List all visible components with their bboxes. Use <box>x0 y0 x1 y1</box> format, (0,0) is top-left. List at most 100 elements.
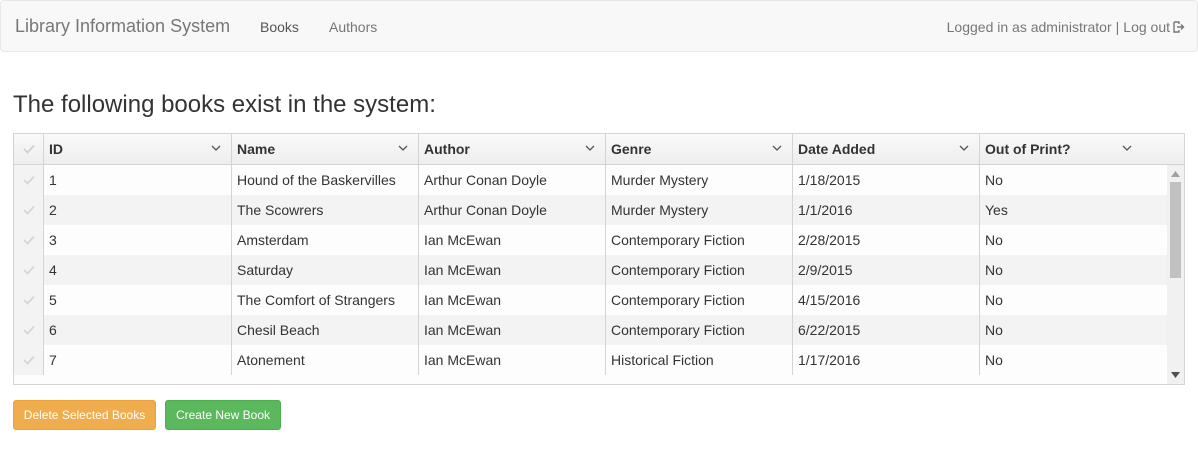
check-icon <box>23 295 35 305</box>
scroll-up-icon[interactable] <box>1171 171 1180 177</box>
row-select-cell[interactable] <box>14 255 44 285</box>
cell-out-of-print: No <box>985 232 1003 248</box>
check-icon <box>23 175 35 185</box>
cell-out-of-print: No <box>985 322 1003 338</box>
cell-genre: Murder Mystery <box>606 165 793 195</box>
cell-author: Ian McEwan <box>419 345 606 375</box>
column-header-out-of-print[interactable]: Out of Print? <box>980 134 1184 164</box>
cell-out-of-print: No <box>985 172 1003 188</box>
check-icon <box>23 205 35 215</box>
column-header-label: Genre <box>611 141 652 157</box>
page-heading: The following books exist in the system: <box>13 91 436 118</box>
grid-body: 1 Hound of the Baskervilles Arthur Conan D… <box>14 165 1167 377</box>
nav-separator: | <box>1115 19 1120 35</box>
cell-genre: Contemporary Fiction <box>606 225 793 255</box>
cell-author: Arthur Conan Doyle <box>419 195 606 225</box>
column-header-label: Out of Print? <box>985 141 1071 157</box>
chevron-down-icon[interactable] <box>585 144 595 152</box>
grid-header: ID Name Author Genre Date Added Out of P… <box>14 134 1184 165</box>
app-brand[interactable]: Library Information System <box>15 16 230 37</box>
cell-genre: Contemporary Fiction <box>606 285 793 315</box>
cell-out-of-print: No <box>985 262 1003 278</box>
cell-out-of-print: No <box>985 292 1003 308</box>
cell-name: Chesil Beach <box>232 315 419 345</box>
select-all-header[interactable] <box>14 134 44 164</box>
table-row[interactable]: 2 The Scowrers Arthur Conan Doyle Murder My… <box>14 195 1167 225</box>
column-header-author[interactable]: Author <box>419 134 606 164</box>
chevron-down-icon[interactable] <box>398 144 408 152</box>
cell-out-of-print: No <box>985 352 1003 368</box>
row-select-cell[interactable] <box>14 225 44 255</box>
cell-author: Ian McEwan <box>419 315 606 345</box>
create-new-book-button[interactable]: Create New Book <box>165 400 281 430</box>
grid-scrollbar[interactable] <box>1167 165 1184 384</box>
navbar: Library Information System Books Authors… <box>0 0 1198 52</box>
cell-id: 6 <box>44 315 232 345</box>
cell-id: 1 <box>44 165 232 195</box>
cell-id: 7 <box>44 345 232 375</box>
scroll-down-icon[interactable] <box>1171 372 1180 378</box>
cell-id: 3 <box>44 225 232 255</box>
check-icon <box>23 325 35 335</box>
row-select-cell[interactable] <box>14 345 44 375</box>
cell-name: Hound of the Baskervilles <box>232 165 419 195</box>
column-header-label: Name <box>237 141 276 157</box>
nav-link-books[interactable]: Books <box>260 19 299 35</box>
cell-name: The Scowrers <box>232 195 419 225</box>
books-grid: ID Name Author Genre Date Added Out of P… <box>13 133 1185 385</box>
check-icon <box>23 235 35 245</box>
column-header-genre[interactable]: Genre <box>606 134 793 164</box>
table-row[interactable]: 5 The Comfort of Strangers Ian McEwan Conte… <box>14 285 1167 315</box>
cell-date-added: 1/18/2015 <box>793 165 980 195</box>
column-header-label: Author <box>424 141 470 157</box>
table-row[interactable]: 6 Chesil Beach Ian McEwan Contemporary Fict… <box>14 315 1167 345</box>
cell-date-added: 2/28/2015 <box>793 225 980 255</box>
cell-id: 2 <box>44 195 232 225</box>
column-header-id[interactable]: ID <box>44 134 232 164</box>
cell-date-added: 1/1/2016 <box>793 195 980 225</box>
cell-genre: Contemporary Fiction <box>606 255 793 285</box>
table-row[interactable]: 1 Hound of the Baskervilles Arthur Conan D… <box>14 165 1167 195</box>
chevron-down-icon[interactable] <box>1122 144 1132 152</box>
cell-date-added: 1/17/2016 <box>793 345 980 375</box>
chevron-down-icon[interactable] <box>772 144 782 152</box>
row-select-cell[interactable] <box>14 195 44 225</box>
logged-in-text: Logged in as administrator <box>946 19 1112 35</box>
row-select-cell[interactable] <box>14 165 44 195</box>
cell-genre: Contemporary Fiction <box>606 315 793 345</box>
chevron-down-icon[interactable] <box>959 144 969 152</box>
cell-author: Ian McEwan <box>419 285 606 315</box>
cell-author: Arthur Conan Doyle <box>419 165 606 195</box>
cell-genre: Murder Mystery <box>606 195 793 225</box>
column-header-label: Date Added <box>798 141 876 157</box>
nav-link-authors[interactable]: Authors <box>329 19 377 35</box>
delete-selected-books-button[interactable]: Delete Selected Books <box>13 400 156 430</box>
logout-icon[interactable] <box>1173 21 1185 33</box>
cell-author: Ian McEwan <box>419 255 606 285</box>
cell-author: Ian McEwan <box>419 225 606 255</box>
table-row[interactable]: 7 Atonement Ian McEwan Historical Fiction 1/… <box>14 345 1167 375</box>
cell-id: 4 <box>44 255 232 285</box>
table-row[interactable]: 3 Amsterdam Ian McEwan Contemporary Fiction… <box>14 225 1167 255</box>
cell-name: Saturday <box>232 255 419 285</box>
check-icon <box>23 265 35 275</box>
logout-link[interactable]: Log out <box>1123 19 1170 35</box>
cell-date-added: 6/22/2015 <box>793 315 980 345</box>
cell-genre: Historical Fiction <box>606 345 793 375</box>
table-row[interactable]: 4 Saturday Ian McEwan Contemporary Fiction 2… <box>14 255 1167 285</box>
cell-out-of-print: Yes <box>985 202 1008 218</box>
check-icon <box>23 144 35 154</box>
scroll-thumb[interactable] <box>1170 182 1181 278</box>
cell-date-added: 4/15/2016 <box>793 285 980 315</box>
cell-name: The Comfort of Strangers <box>232 285 419 315</box>
chevron-down-icon[interactable] <box>211 144 221 152</box>
column-header-name[interactable]: Name <box>232 134 419 164</box>
row-select-cell[interactable] <box>14 285 44 315</box>
column-header-date-added[interactable]: Date Added <box>793 134 980 164</box>
column-header-label: ID <box>49 141 63 157</box>
cell-name: Atonement <box>232 345 419 375</box>
cell-name: Amsterdam <box>232 225 419 255</box>
row-select-cell[interactable] <box>14 315 44 345</box>
check-icon <box>23 355 35 365</box>
cell-date-added: 2/9/2015 <box>793 255 980 285</box>
